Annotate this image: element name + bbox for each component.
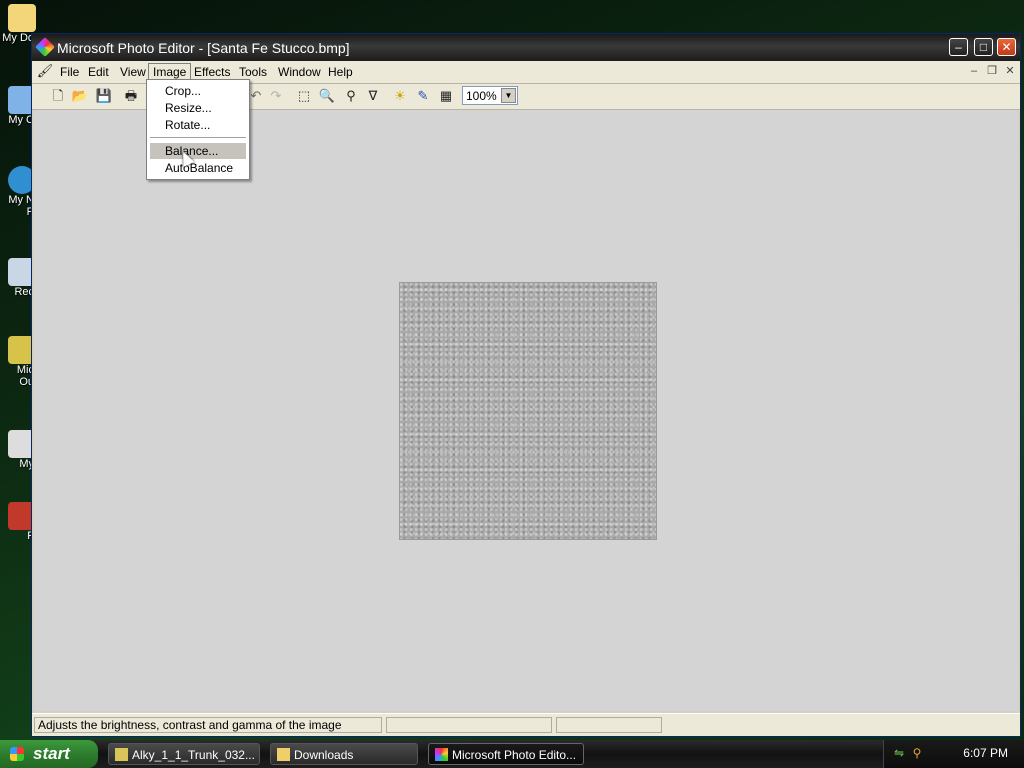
archive-icon (115, 748, 128, 761)
status-pane-2 (386, 717, 552, 733)
taskbar: start Alky_1_1_Trunk_032... Downloads Mi… (0, 740, 1024, 768)
pen-button[interactable]: ✎ (413, 87, 433, 105)
menu-help[interactable]: Help (324, 64, 357, 80)
menu-effects[interactable]: Effects (190, 64, 234, 80)
desktop-icon-my-network[interactable]: My N P (0, 166, 36, 218)
window-title: Microsoft Photo Editor - [Santa Fe Stucc… (57, 40, 350, 56)
save-button[interactable]: 💾 (94, 87, 114, 105)
filter-tool-icon: ∇ (368, 88, 378, 103)
network-icon[interactable]: ⇋ (892, 746, 906, 760)
pattern-icon: ▦ (439, 88, 453, 103)
pattern-button[interactable]: ▦ (436, 87, 456, 105)
open-icon: 📂 (71, 88, 89, 103)
desktop-icon-outlook[interactable]: Mic Ou (0, 336, 36, 388)
menu-view[interactable]: View (116, 64, 150, 80)
desktop-icon-recycle-bin[interactable]: Rec (0, 258, 36, 298)
task-photo-editor[interactable]: Microsoft Photo Edito... (428, 743, 584, 765)
task-alky-trunk[interactable]: Alky_1_1_Trunk_032... (108, 743, 260, 765)
save-icon: 💾 (95, 88, 113, 103)
zoom-select[interactable]: 100% ▼ (462, 86, 518, 105)
pen-icon: ✎ (417, 88, 429, 103)
search-icon[interactable]: ⚲ (910, 746, 924, 760)
redo-button[interactable]: ↷ (266, 87, 286, 105)
desktop-icon-my-computer[interactable]: My C (0, 86, 36, 126)
start-label: start (33, 744, 70, 763)
pointer-tool-icon: ⚲ (346, 88, 356, 103)
filter-tool-button[interactable]: ∇ (363, 87, 383, 105)
menu-item-balance[interactable]: Balance... (150, 143, 246, 159)
select-button[interactable]: ⬚ (294, 87, 314, 105)
mdi-close-button[interactable]: ✕ (1002, 64, 1018, 78)
menu-edit[interactable]: Edit (84, 64, 113, 80)
system-tray: ⇋ ⚲ 6:07 PM (883, 740, 1024, 768)
mdi-restore-button[interactable]: ❐ (984, 64, 1000, 78)
redo-icon: ↷ (270, 88, 282, 103)
status-message: Adjusts the brightness, contrast and gam… (34, 717, 382, 733)
maximize-button[interactable]: □ (974, 38, 993, 56)
menu-tools[interactable]: Tools (235, 64, 271, 80)
document-icon[interactable]: 🖌 (35, 62, 55, 80)
new-icon: 🗋 (52, 88, 64, 103)
minimize-button[interactable]: – (949, 38, 968, 56)
zoom-icon: 🔍 (318, 88, 336, 103)
task-label: Alky_1_1_Trunk_032... (132, 748, 255, 762)
status-bar: Adjusts the brightness, contrast and gam… (32, 713, 1020, 736)
photo-editor-app-icon (435, 748, 448, 761)
desktop-icon-shortcut[interactable]: My (0, 430, 36, 470)
select-icon: ⬚ (297, 88, 311, 103)
chevron-down-icon[interactable]: ▼ (501, 88, 516, 103)
desktop-icon-my-documents[interactable]: My Do (0, 4, 36, 44)
status-pane-3 (556, 717, 662, 733)
folder-icon (8, 4, 36, 32)
menu-item-rotate[interactable]: Rotate... (150, 117, 246, 133)
menu-file[interactable]: File (56, 64, 83, 80)
menu-item-resize[interactable]: Resize... (150, 100, 246, 116)
clock: 6:07 PM (963, 746, 1008, 760)
photo-editor-app-icon[interactable] (35, 37, 55, 57)
task-label: Downloads (294, 748, 354, 762)
zoom-button[interactable]: 🔍 (317, 87, 337, 105)
menu-item-autobalance[interactable]: AutoBalance (150, 160, 246, 176)
menu-separator (150, 137, 246, 139)
print-icon: 🖶 (124, 88, 138, 103)
zoom-value: 100% (466, 89, 497, 103)
new-button[interactable]: 🗋 (48, 87, 68, 105)
close-button[interactable]: ✕ (997, 38, 1016, 56)
desktop-icon-app[interactable]: F (0, 502, 36, 542)
undo-icon: ↶ (250, 88, 262, 103)
windows-logo-icon (10, 747, 24, 761)
image-canvas[interactable] (399, 282, 657, 540)
brightness-icon: ☀ (394, 88, 406, 103)
task-downloads[interactable]: Downloads (270, 743, 418, 765)
brightness-button[interactable]: ☀ (390, 87, 410, 105)
image-menu-dropdown: Crop... Resize... Rotate... Balance... A… (146, 79, 250, 180)
folder-icon (277, 748, 290, 761)
task-label: Microsoft Photo Edito... (452, 748, 577, 762)
start-button[interactable]: start (0, 740, 98, 768)
menu-window[interactable]: Window (274, 64, 325, 80)
desktop-icon-label: My Do (2, 32, 34, 44)
open-button[interactable]: 📂 (70, 87, 90, 105)
menu-item-crop[interactable]: Crop... (150, 83, 246, 99)
title-bar[interactable]: Microsoft Photo Editor - [Santa Fe Stucc… (32, 34, 1020, 61)
workspace (34, 110, 1018, 711)
print-button[interactable]: 🖶 (121, 87, 141, 105)
mdi-minimize-button[interactable]: – (966, 64, 982, 78)
pointer-tool-button[interactable]: ⚲ (341, 87, 361, 105)
